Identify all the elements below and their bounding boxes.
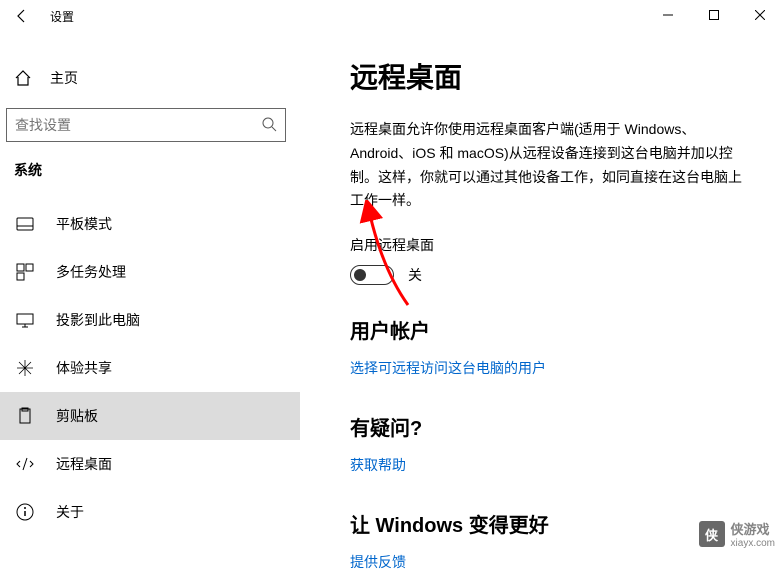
watermark: 侠 侠游戏 xiayx.com xyxy=(699,519,775,549)
enable-remote-toggle[interactable] xyxy=(350,265,394,285)
get-help-link[interactable]: 获取帮助 xyxy=(350,455,406,475)
sidebar-item-label: 远程桌面 xyxy=(56,454,112,474)
sidebar-item-clipboard[interactable]: 剪贴板 xyxy=(0,392,300,440)
sidebar: 主页 系统 平板模式 多任务处理 投影到此电脑 体验 xyxy=(0,32,300,557)
project-icon xyxy=(16,311,34,329)
toggle-state-label: 关 xyxy=(408,265,422,285)
sidebar-item-remote-desktop[interactable]: 远程桌面 xyxy=(0,440,300,488)
remote-icon xyxy=(16,455,34,473)
page-description: 远程桌面允许你使用远程桌面客户端(适用于 Windows、Android、iOS… xyxy=(350,118,753,213)
watermark-url: xiayx.com xyxy=(731,538,775,549)
multitask-icon xyxy=(16,263,34,281)
sidebar-item-label: 平板模式 xyxy=(56,214,112,234)
about-icon xyxy=(16,503,34,521)
sidebar-item-share[interactable]: 体验共享 xyxy=(0,344,300,392)
share-icon xyxy=(16,359,34,377)
sidebar-home[interactable]: 主页 xyxy=(0,60,300,96)
feedback-link[interactable]: 提供反馈 xyxy=(350,552,406,572)
search-icon xyxy=(261,116,277,135)
maximize-button[interactable] xyxy=(691,0,737,30)
back-button[interactable] xyxy=(10,4,34,28)
home-icon xyxy=(14,69,32,87)
toggle-knob xyxy=(354,269,366,281)
sidebar-item-label: 体验共享 xyxy=(56,358,112,378)
sidebar-item-project[interactable]: 投影到此电脑 xyxy=(0,296,300,344)
watermark-logo: 侠 xyxy=(699,521,725,547)
sidebar-item-multitask[interactable]: 多任务处理 xyxy=(0,248,300,296)
clipboard-icon xyxy=(16,407,34,425)
main-content: 远程桌面 远程桌面允许你使用远程桌面客户端(适用于 Windows、Androi… xyxy=(300,32,783,557)
sidebar-item-about[interactable]: 关于 xyxy=(0,488,300,536)
sidebar-item-tablet-mode[interactable]: 平板模式 xyxy=(0,200,300,248)
sidebar-home-label: 主页 xyxy=(50,68,78,88)
sidebar-item-label: 多任务处理 xyxy=(56,262,126,282)
sidebar-item-label: 投影到此电脑 xyxy=(56,310,140,330)
select-users-link[interactable]: 选择可远程访问这台电脑的用户 xyxy=(350,358,546,378)
user-accounts-title: 用户帐户 xyxy=(350,315,753,344)
enable-remote-label: 启用远程桌面 xyxy=(350,235,753,255)
page-title: 远程桌面 xyxy=(350,56,753,96)
tablet-icon xyxy=(16,215,34,233)
sidebar-nav: 平板模式 多任务处理 投影到此电脑 体验共享 剪贴板 远程桌面 xyxy=(0,200,300,536)
make-better-title: 让 Windows 变得更好 xyxy=(350,509,753,538)
help-title: 有疑问? xyxy=(350,412,753,441)
sidebar-item-label: 剪贴板 xyxy=(56,406,98,426)
sidebar-item-label: 关于 xyxy=(56,502,84,522)
search-field[interactable] xyxy=(15,117,261,133)
window-title: 设置 xyxy=(50,8,74,25)
close-button[interactable] xyxy=(737,0,783,30)
watermark-text: 侠游戏 xyxy=(731,519,775,538)
search-input[interactable] xyxy=(6,108,286,142)
sidebar-category: 系统 xyxy=(0,160,300,200)
minimize-button[interactable] xyxy=(645,0,691,30)
